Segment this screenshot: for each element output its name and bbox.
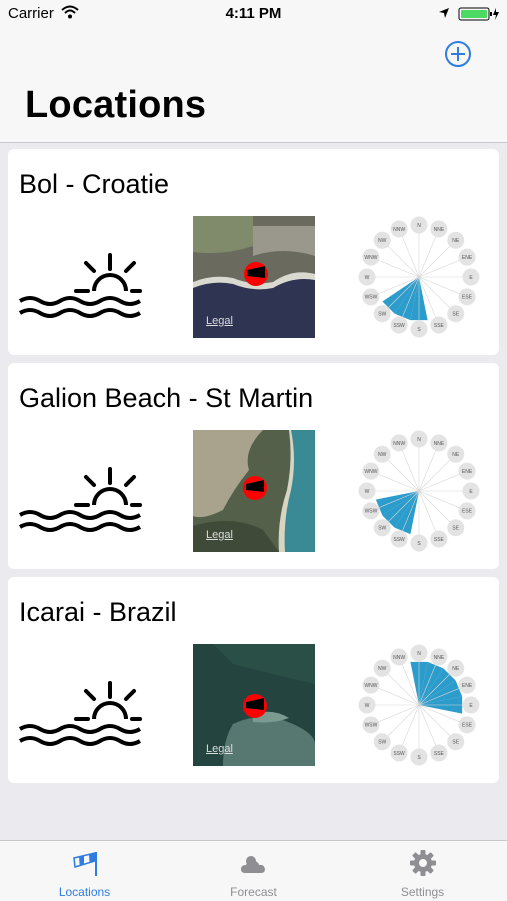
rose-label-se: SE (452, 312, 459, 318)
rose-label-nne: NNE (434, 227, 445, 233)
rose-label-sse: SSE (434, 537, 445, 543)
rose-label-wsw: WSW (365, 509, 378, 515)
tab-label: Settings (400, 885, 445, 899)
rose-label-n: N (417, 437, 421, 443)
page-title: Locations (25, 84, 207, 126)
rose-spoke (418, 459, 451, 492)
rose-label-ne: NE (452, 238, 460, 244)
rose-label-ene: ENE (462, 683, 473, 689)
rose-label-se: SE (452, 740, 459, 746)
map-legal-link[interactable]: Legal (206, 529, 233, 541)
rose-label-nw: NW (378, 452, 387, 458)
location-name: Bol - Croatie (19, 169, 170, 199)
rose-label-ne: NE (452, 452, 460, 458)
location-arrow-icon (439, 8, 449, 18)
location-map[interactable]: Legal (193, 430, 315, 552)
location-name: Galion Beach - St Martin (19, 383, 314, 413)
gear-icon (410, 850, 436, 876)
rose-label-nne: NNE (434, 441, 445, 447)
rose-label-sse: SSE (434, 751, 445, 757)
rose-label-wsw: WSW (365, 723, 378, 729)
location-card[interactable]: Icarai - Brazil Legal N NNE NE ENE E ESE SE SSE… (8, 577, 499, 783)
rose-label-wnw: WNW (364, 469, 377, 475)
sunset-waves-icon (18, 253, 142, 318)
rose-label-ne: NE (452, 666, 460, 672)
rose-label-n: N (417, 223, 421, 229)
wind-rose: NNNENEENEEESESESSESSSWSWWSWWWNWNWNNW (358, 430, 480, 552)
location-name: Icarai - Brazil (19, 597, 177, 627)
battery-icon (458, 7, 499, 21)
windsock-icon (73, 852, 97, 876)
rose-label-nw: NW (378, 666, 387, 672)
rose-label-w: W (365, 489, 370, 495)
sunset-waves-icon (18, 467, 142, 532)
rose-spoke (387, 704, 420, 737)
rose-label-sw: SW (378, 740, 386, 746)
rose-label-ene: ENE (462, 255, 473, 261)
add-location-button[interactable] (444, 40, 472, 68)
location-map[interactable]: Legal (193, 216, 315, 338)
rose-label-nne: NNE (434, 655, 445, 661)
tab-locations[interactable]: Locations (0, 841, 169, 901)
rose-label-se: SE (452, 526, 459, 532)
location-card[interactable]: Galion Beach - St Martin Legal N NNE NE ENE… (8, 363, 499, 569)
rose-label-nnw: NNW (393, 227, 405, 233)
rose-label-wsw: WSW (365, 295, 378, 301)
sun-cloud-icon (241, 856, 265, 873)
rose-label-ssw: SSW (393, 323, 405, 329)
rose-label-wnw: WNW (364, 255, 377, 261)
tab-bar: Locations Forecast Settings (0, 840, 507, 901)
rose-label-ese: ESE (462, 295, 473, 301)
sunset-waves-icon (18, 681, 142, 746)
rose-label-ene: ENE (462, 469, 473, 475)
wind-rose: NNNENEENEEESESESSESSSWSWWSWWWNWNWNNW (358, 644, 480, 766)
map-legal-link[interactable]: Legal (206, 315, 233, 327)
rose-label-sw: SW (378, 526, 386, 532)
rose-label-sse: SSE (434, 323, 445, 329)
tab-label: Locations (58, 885, 111, 899)
wind-rose: NNNENEENEEESESESSESSSWSWWSWWWNWNWNNW (358, 216, 480, 338)
rose-spoke (418, 490, 451, 523)
tab-label: Forecast (230, 885, 277, 899)
rose-label-ssw: SSW (393, 537, 405, 543)
rose-label-nnw: NNW (393, 441, 405, 447)
clock: 4:11 PM (225, 5, 282, 22)
rose-label-ese: ESE (462, 723, 473, 729)
rose-label-wnw: WNW (364, 683, 377, 689)
location-card[interactable]: Bol - Croatie Legal N NNE NE ENE E ESE SE SSE S S… (8, 149, 499, 355)
status-bar: Carrier 4:11 PM (0, 0, 507, 28)
rose-spoke (387, 459, 420, 492)
rose-label-ese: ESE (462, 509, 473, 515)
tab-forecast[interactable]: Forecast (169, 841, 338, 901)
tab-settings[interactable]: Settings (338, 841, 507, 901)
rose-label-ssw: SSW (393, 751, 405, 757)
rose-spoke (418, 245, 451, 278)
rose-label-n: N (417, 651, 421, 657)
rose-label-nnw: NNW (393, 655, 405, 661)
location-map[interactable]: Legal (193, 644, 315, 766)
rose-label-nw: NW (378, 238, 387, 244)
map-legal-link[interactable]: Legal (206, 743, 233, 755)
rose-label-w: W (365, 275, 370, 281)
rose-label-sw: SW (378, 312, 386, 318)
navigation-bar: Locations (0, 28, 507, 143)
rose-label-w: W (365, 703, 370, 709)
rose-spoke (387, 245, 420, 278)
